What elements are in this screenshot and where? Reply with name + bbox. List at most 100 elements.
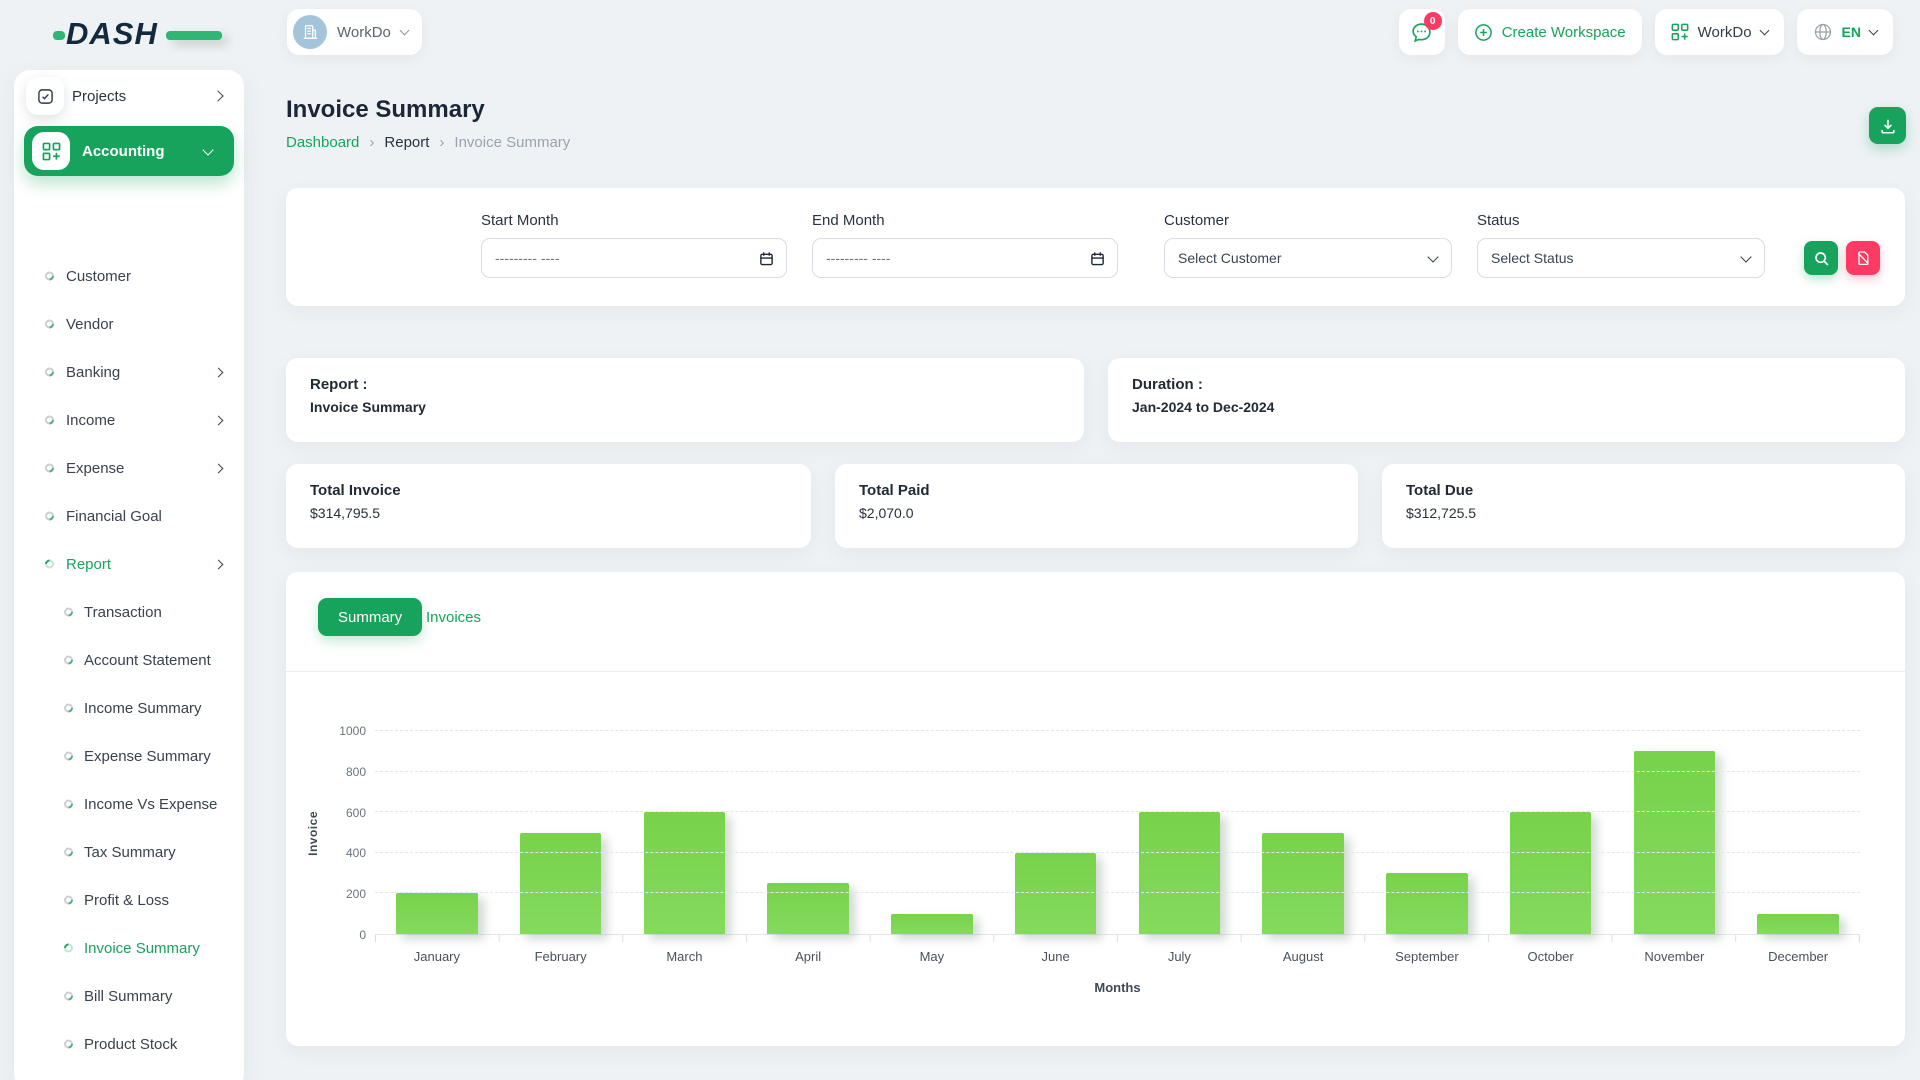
bullet-icon	[62, 606, 75, 619]
messages-button[interactable]: 0	[1399, 9, 1445, 55]
bar-slot	[746, 731, 870, 934]
bullet-icon	[62, 942, 75, 955]
language-label: EN	[1842, 24, 1861, 40]
sidebar-item-report[interactable]: Report	[14, 540, 244, 588]
duration-label: Duration :	[1132, 376, 1881, 393]
calendar-icon	[1090, 251, 1105, 266]
bar-may[interactable]	[891, 914, 973, 934]
chart-y-axis: 02004006008001000	[286, 731, 366, 935]
sidebar-item-income-vs-expense[interactable]: Income Vs Expense	[14, 780, 244, 828]
bar-september[interactable]	[1386, 873, 1468, 934]
workspace-menu-button[interactable]: WorkDo	[1655, 9, 1784, 55]
start-month-input[interactable]	[481, 238, 787, 278]
sidebar-item-banking[interactable]: Banking	[14, 348, 244, 396]
bar-october[interactable]	[1510, 812, 1592, 934]
total-invoice-value: $314,795.5	[310, 505, 787, 521]
sidebar-item-accounting[interactable]: Accounting	[24, 126, 234, 176]
breadcrumb-dashboard-link[interactable]: Dashboard	[286, 134, 359, 151]
bar-november[interactable]	[1634, 751, 1716, 934]
sidebar-item-tax-summary[interactable]: Tax Summary	[14, 828, 244, 876]
customer-select-value: Select Customer	[1178, 250, 1281, 266]
tab-invoices[interactable]: Invoices	[426, 598, 481, 636]
bullet-icon	[43, 366, 56, 379]
end-month-input[interactable]	[812, 238, 1118, 278]
chart-tabs: Summary Invoices	[286, 572, 1905, 672]
accounting-submenu: Customer Vendor Banking Income Expense F…	[14, 252, 244, 1080]
bar-july[interactable]	[1139, 812, 1221, 934]
bar-june[interactable]	[1015, 853, 1097, 934]
y-tick-label: 800	[346, 765, 366, 779]
sidebar-item-label: Financial Goal	[66, 508, 162, 525]
bar-january[interactable]	[396, 893, 478, 934]
report-label: Report :	[310, 376, 1060, 393]
sidebar-item-income[interactable]: Income	[14, 396, 244, 444]
download-icon	[1879, 117, 1897, 135]
bar-slot	[623, 731, 747, 934]
bar-december[interactable]	[1757, 914, 1839, 934]
x-tick-label: July	[1118, 949, 1242, 964]
end-month-value[interactable]	[826, 250, 1079, 266]
customer-select[interactable]: Select Customer	[1164, 238, 1452, 278]
chevron-down-icon	[399, 26, 409, 36]
chart-x-ticks	[375, 935, 1860, 942]
sidebar-item-expense[interactable]: Expense	[14, 444, 244, 492]
sidebar-item-label: Account Statement	[84, 652, 211, 669]
topbar: DASH WorkDo 0 Create Workspace	[0, 0, 1920, 66]
breadcrumb-report-link[interactable]: Report	[384, 134, 429, 151]
sidebar-item-bill-summary[interactable]: Bill Summary	[14, 972, 244, 1020]
language-menu-button[interactable]: EN	[1797, 9, 1893, 55]
start-month-label: Start Month	[481, 212, 787, 229]
sidebar-item-financial-goal[interactable]: Financial Goal	[14, 492, 244, 540]
bar-august[interactable]	[1262, 833, 1344, 935]
sidebar-item-vendor[interactable]: Vendor	[14, 300, 244, 348]
sidebar-item-label: Accounting	[82, 143, 165, 160]
y-tick-label: 1000	[339, 724, 366, 738]
sidebar-item-label: Expense	[66, 460, 124, 477]
breadcrumb-current: Invoice Summary	[454, 134, 570, 151]
messages-badge: 0	[1424, 12, 1442, 30]
total-invoice-card: Total Invoice $314,795.5	[286, 464, 811, 548]
sidebar-item-label: Profit & Loss	[84, 892, 169, 909]
bar-february[interactable]	[520, 833, 602, 935]
sidebar-item-transaction[interactable]: Transaction	[14, 588, 244, 636]
x-tick-label: November	[1613, 949, 1737, 964]
bullet-icon	[43, 270, 56, 283]
sidebar-item-expense-summary[interactable]: Expense Summary	[14, 732, 244, 780]
logo-accent-dot	[53, 31, 65, 40]
gridline	[375, 811, 1860, 812]
create-workspace-button[interactable]: Create Workspace	[1458, 9, 1642, 55]
chevron-right-icon	[214, 367, 224, 377]
start-month-value[interactable]	[495, 250, 748, 266]
sidebar-item-customer[interactable]: Customer	[14, 252, 244, 300]
apply-filter-button[interactable]	[1804, 241, 1838, 275]
bar-april[interactable]	[767, 883, 849, 934]
status-select[interactable]: Select Status	[1477, 238, 1765, 278]
sidebar-item-invoice-summary[interactable]: Invoice Summary	[14, 924, 244, 972]
sidebar-item-product-stock[interactable]: Product Stock	[14, 1020, 244, 1068]
sidebar-item-label: Transaction	[84, 604, 162, 621]
sidebar-item-cash-flow[interactable]: Cash Flow	[14, 1068, 244, 1080]
sidebar-item-account-statement[interactable]: Account Statement	[14, 636, 244, 684]
sidebar-item-profit-loss[interactable]: Profit & Loss	[14, 876, 244, 924]
total-invoice-label: Total Invoice	[310, 482, 787, 499]
reset-filter-button[interactable]	[1846, 241, 1880, 275]
download-button[interactable]	[1869, 107, 1906, 144]
workspace-switcher[interactable]: WorkDo	[287, 9, 422, 55]
gridline	[375, 892, 1860, 893]
bar-slot	[1489, 731, 1613, 934]
sidebar-item-projects[interactable]: Projects	[14, 70, 244, 122]
bar-march[interactable]	[644, 812, 726, 934]
bullet-icon	[43, 414, 56, 427]
sidebar-item-label: Expense Summary	[84, 748, 211, 765]
workspace-switcher-label: WorkDo	[337, 24, 391, 41]
bar-slot	[1365, 731, 1489, 934]
sidebar: Projects Accounting Customer Vendor Bank…	[14, 70, 244, 1080]
sidebar-item-label: Invoice Summary	[84, 940, 200, 957]
tab-summary[interactable]: Summary	[318, 598, 422, 636]
chevron-right-icon	[214, 559, 224, 569]
sidebar-item-label: Income	[66, 412, 115, 429]
sidebar-item-income-summary[interactable]: Income Summary	[14, 684, 244, 732]
bar-slot	[1736, 731, 1860, 934]
chevron-separator: ›	[369, 134, 374, 151]
chevron-separator: ›	[439, 134, 444, 151]
